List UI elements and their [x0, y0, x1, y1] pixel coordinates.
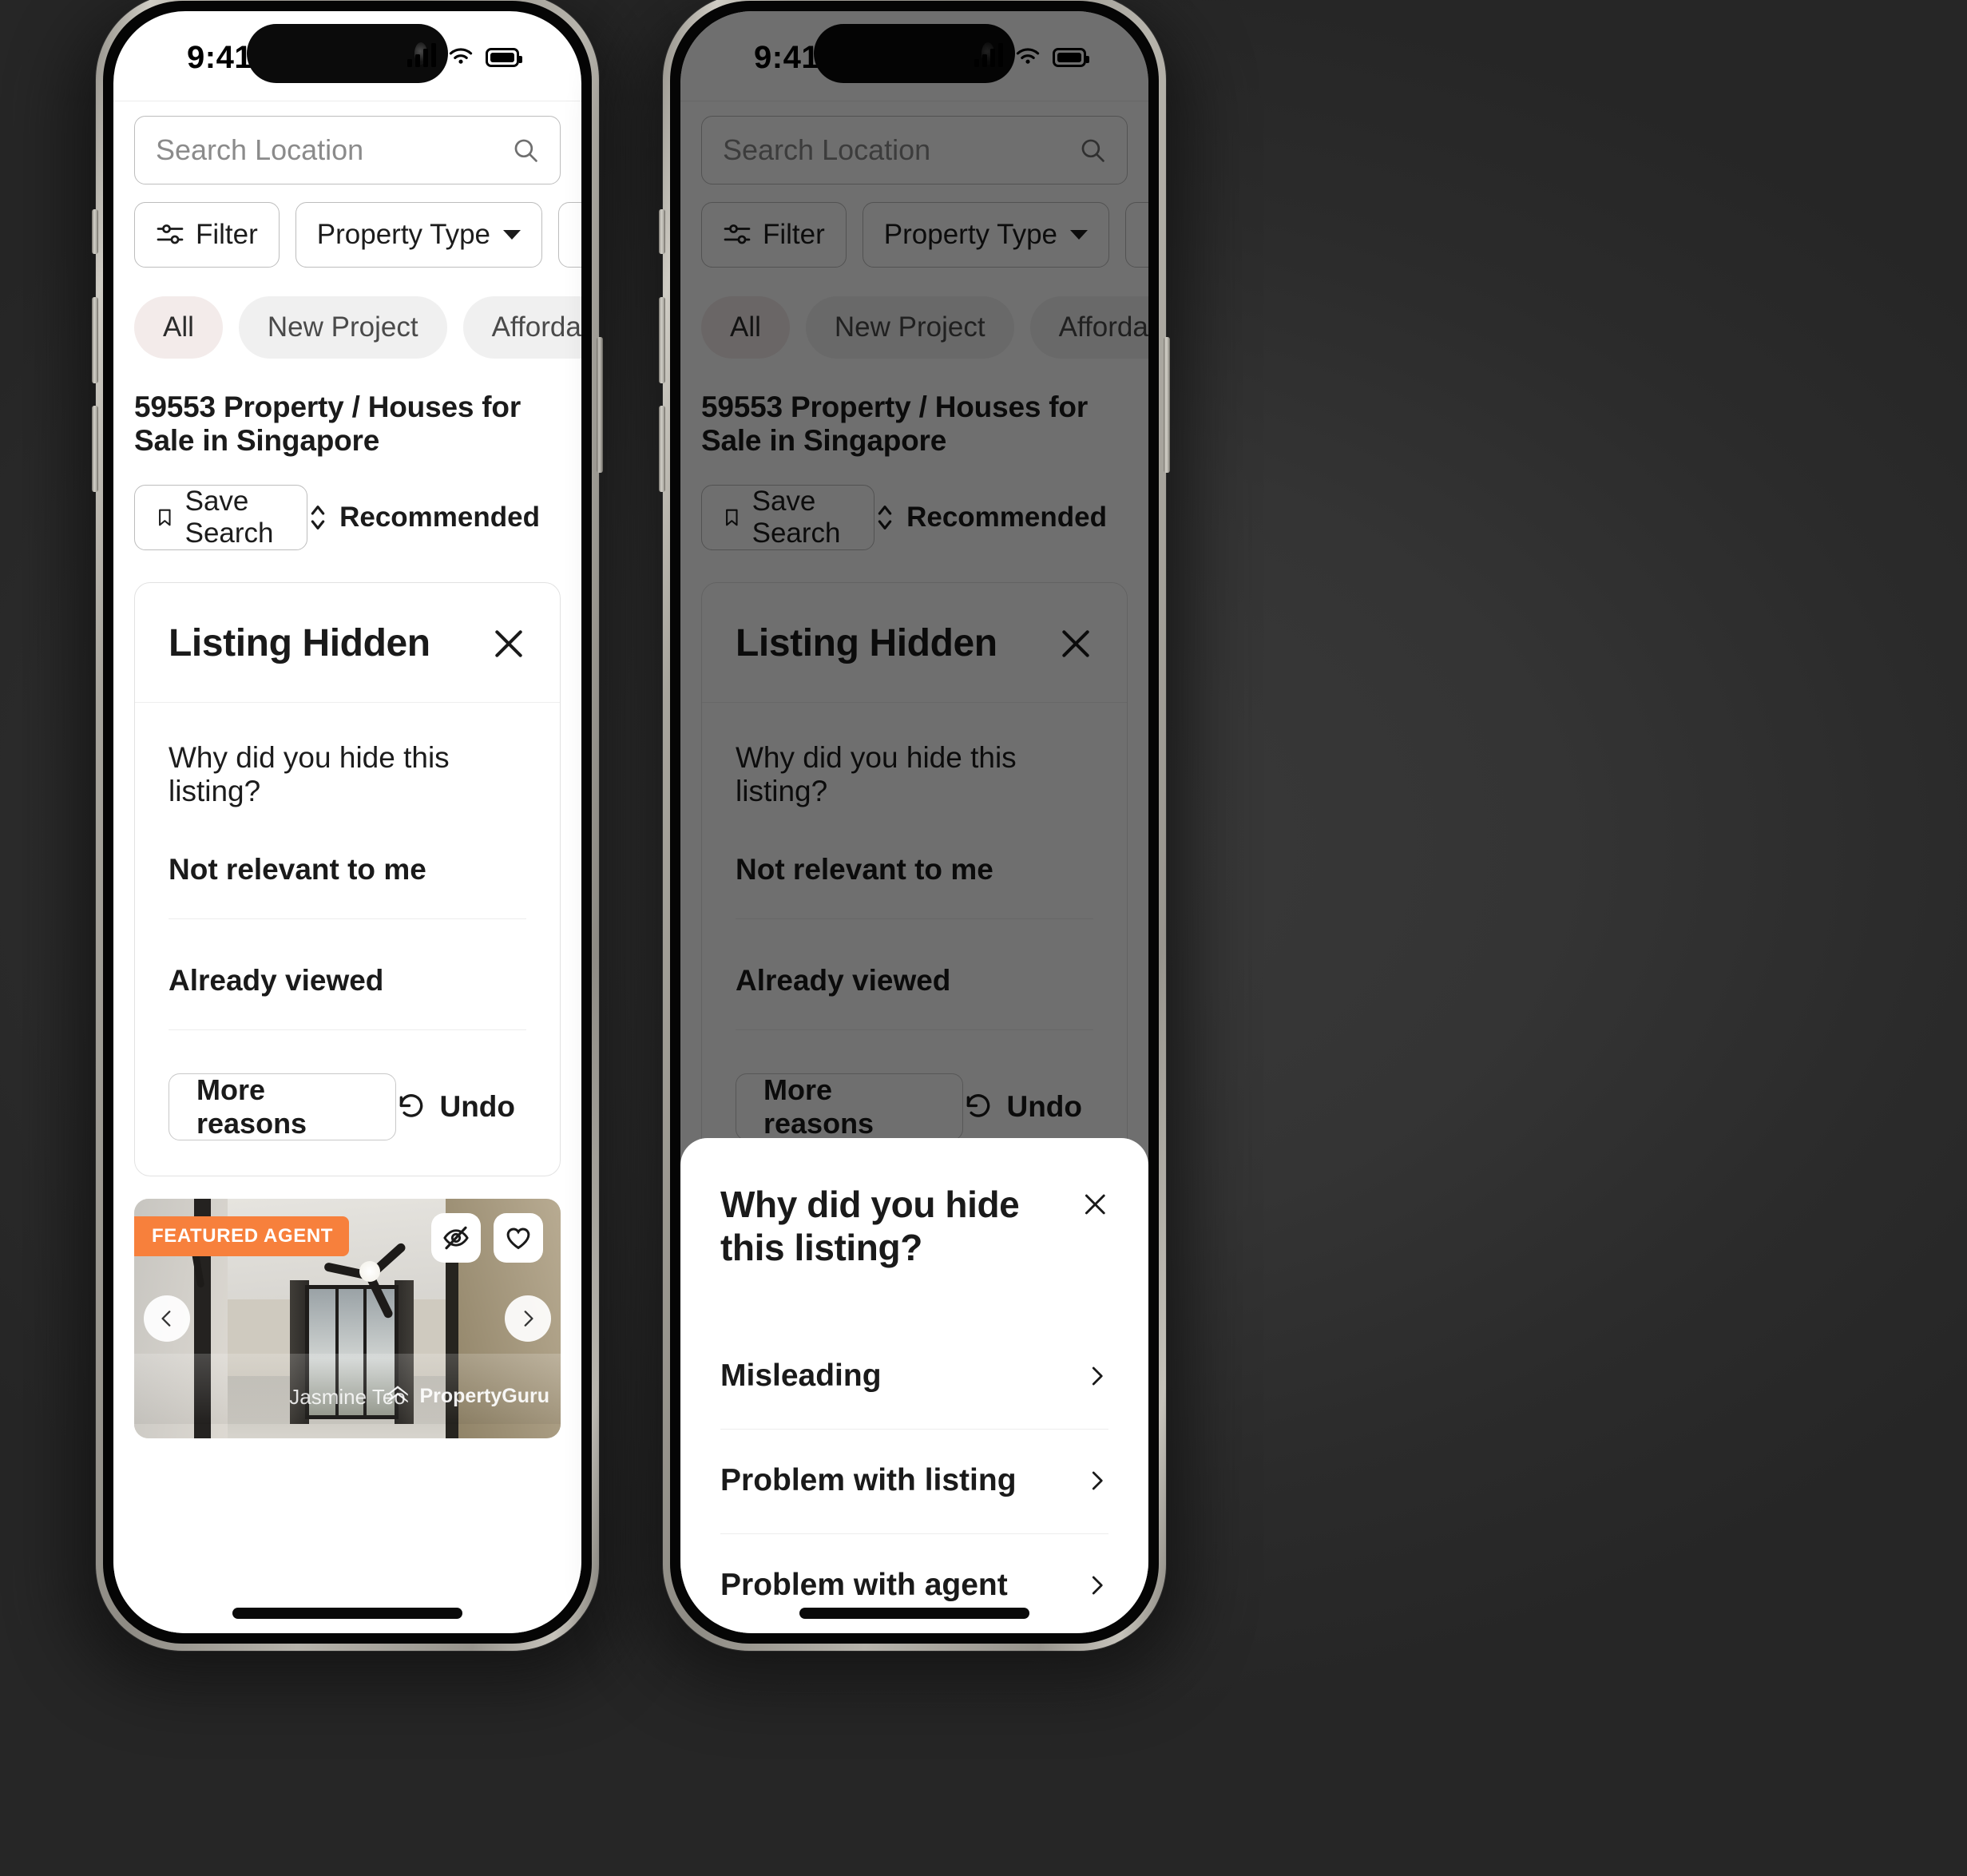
power-button[interactable]	[597, 337, 603, 473]
screenshot-stage: 9:41 Search Location Filter Property Typ…	[0, 0, 1967, 1876]
chip-new-project-label: New Project	[267, 311, 418, 343]
results-count: 59553 Property / Houses for Sale in Sing…	[134, 391, 521, 457]
sliders-icon	[157, 224, 184, 244]
sheet-header: Why did you hide this listing?	[720, 1183, 1108, 1269]
property-type-label: Property Type	[316, 219, 491, 250]
listing-photo-actions	[431, 1213, 543, 1263]
listing-hidden-card: Listing Hidden Why did you hide this lis…	[134, 582, 561, 1176]
hide-reason-question: Why did you hide this listing?	[169, 741, 450, 807]
sheet-row-misleading-label: Misleading	[720, 1358, 882, 1393]
sheet-row-problem-with-listing-label: Problem with listing	[720, 1463, 1017, 1497]
property-type-button[interactable]: Property Type	[295, 202, 543, 268]
eye-off-icon	[443, 1226, 469, 1250]
sheet-option-list: Misleading Problem with listing Problem …	[720, 1358, 1108, 1633]
filter-button[interactable]: Filter	[134, 202, 280, 268]
filter-bar: Filter Property Type Price	[113, 184, 581, 268]
chevron-right-icon	[524, 1311, 533, 1327]
hide-reason-option-not-relevant[interactable]: Not relevant to me	[169, 808, 526, 919]
chip-row: All New Project Affordable Properties Ma	[113, 268, 581, 359]
search-section: Search Location	[113, 101, 581, 184]
photo-prev-button[interactable]	[144, 1295, 190, 1342]
app-content: Search Location Filter Property Type All…	[113, 101, 581, 1633]
hide-reason-option-already-viewed[interactable]: Already viewed	[169, 919, 526, 1030]
heart-icon	[506, 1228, 530, 1250]
listing-hidden-footer: More reasons Undo	[169, 1030, 526, 1140]
search-icon[interactable]	[512, 137, 539, 164]
save-search-button[interactable]: Save Search	[134, 485, 308, 550]
ceiling-fan-icon	[322, 1241, 418, 1320]
chip-affordable-properties[interactable]: Affordable Properties	[462, 296, 581, 359]
battery-icon	[486, 48, 522, 67]
listing-photo[interactable]: FEATURED AGENT Jasmine Teo PropertyGuru	[134, 1199, 561, 1438]
undo-icon	[400, 1094, 423, 1117]
chevron-right-icon	[1092, 1576, 1103, 1595]
phone-right-screen: 9:41 Search L	[680, 11, 1148, 1633]
sort-button[interactable]: Recommended	[307, 502, 561, 533]
sort-updown-icon	[311, 506, 325, 529]
photo-next-button[interactable]	[505, 1295, 551, 1342]
more-reasons-button[interactable]: More reasons	[169, 1073, 397, 1140]
hide-reason-sheet: Why did you hide this listing? Misleadin…	[680, 1138, 1148, 1633]
propertyguru-logo-icon	[387, 1386, 409, 1403]
silent-switch-right[interactable]	[659, 209, 665, 254]
chip-all-label: All	[163, 311, 194, 343]
chevron-down-icon	[503, 230, 521, 240]
chevron-right-icon	[1092, 1471, 1103, 1490]
cellular-bars-icon	[407, 43, 436, 67]
filter-button-label: Filter	[196, 219, 258, 250]
close-icon[interactable]	[491, 626, 526, 661]
sheet-row-problem-with-agent-label: Problem with agent	[720, 1568, 1008, 1602]
chip-affordable-properties-label: Affordable Properties	[491, 311, 581, 343]
featured-agent-badge: FEATURED AGENT	[134, 1216, 350, 1256]
undo-label: Undo	[439, 1090, 515, 1123]
phone-left: 9:41 Search Location Filter Property Typ…	[75, 0, 620, 1683]
sheet-row-problem-with-listing[interactable]: Problem with listing	[720, 1430, 1108, 1534]
phone-right: 9:41 Search L	[642, 0, 1187, 1683]
watermark-label: PropertyGuru	[419, 1384, 549, 1407]
search-input[interactable]: Search Location	[134, 116, 561, 184]
price-button[interactable]: Price	[558, 202, 581, 268]
price-label: Price	[580, 219, 581, 251]
listing-hidden-body: Why did you hide this listing? Not relev…	[135, 703, 560, 1176]
save-search-label: Save Search	[184, 486, 274, 549]
volume-down-button-right[interactable]	[659, 406, 665, 492]
chip-all[interactable]: All	[134, 296, 223, 359]
volume-up-button[interactable]	[92, 297, 98, 383]
undo-button[interactable]: Undo	[396, 1090, 526, 1124]
status-indicators	[407, 43, 522, 67]
hide-listing-button[interactable]	[431, 1213, 481, 1263]
listing-hidden-title: Listing Hidden	[169, 622, 430, 664]
silent-switch[interactable]	[92, 209, 98, 254]
more-reasons-label: More reasons	[196, 1073, 307, 1140]
chip-new-project[interactable]: New Project	[238, 296, 447, 359]
status-bar: 9:41	[113, 11, 581, 101]
chevron-left-icon	[161, 1311, 171, 1327]
sheet-row-misleading[interactable]: Misleading	[720, 1358, 1108, 1430]
status-time: 9:41	[187, 40, 253, 75]
home-indicator[interactable]	[232, 1608, 462, 1619]
sheet-close-icon[interactable]	[1082, 1186, 1108, 1223]
bookmark-icon	[159, 509, 171, 526]
watermark: PropertyGuru	[384, 1382, 549, 1410]
phone-left-screen: 9:41 Search Location Filter Property Typ…	[113, 11, 581, 1633]
sort-label: Recommended	[339, 502, 540, 533]
volume-down-button[interactable]	[92, 406, 98, 492]
wifi-icon	[449, 48, 473, 64]
chevron-right-icon	[1092, 1366, 1103, 1386]
volume-up-button-right[interactable]	[659, 297, 665, 383]
results-actions: Save Search Recommended	[113, 458, 581, 550]
favorite-button[interactable]	[494, 1213, 543, 1263]
search-placeholder: Search Location	[156, 133, 364, 166]
listing-hidden-header: Listing Hidden	[135, 583, 560, 703]
power-button-right[interactable]	[1164, 337, 1170, 473]
sheet-title: Why did you hide this listing?	[720, 1184, 1020, 1268]
home-indicator-right[interactable]	[799, 1608, 1029, 1619]
